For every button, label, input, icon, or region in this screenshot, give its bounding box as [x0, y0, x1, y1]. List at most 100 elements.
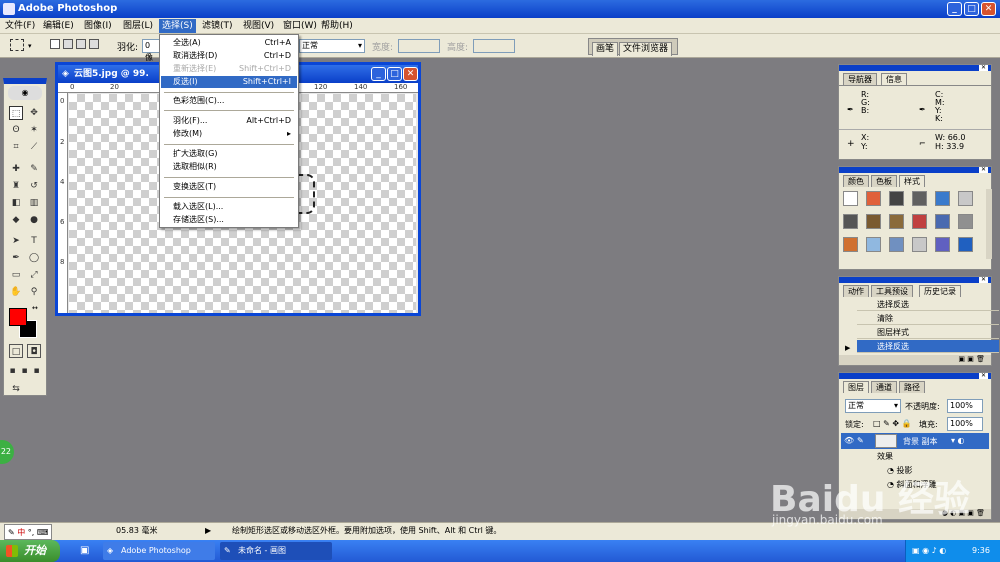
- screen-mode-1-icon[interactable]: ▪: [7, 364, 18, 378]
- screen-mode-3-icon[interactable]: ▪: [31, 364, 42, 378]
- style-swatch[interactable]: [958, 214, 973, 229]
- dodge-tool-icon[interactable]: ●: [27, 213, 41, 227]
- style-select[interactable]: 正常 ▾: [299, 39, 365, 53]
- menu-filter[interactable]: 滤镜(T): [199, 19, 236, 33]
- tab-channels[interactable]: 通道: [871, 381, 897, 393]
- tab-info[interactable]: 信息: [881, 73, 907, 85]
- intersect-selection-icon[interactable]: [89, 39, 99, 49]
- menu-item-similar[interactable]: 选取相似(R): [161, 161, 297, 173]
- tab-tool-presets[interactable]: 工具预设: [871, 285, 913, 297]
- marquee-tool-icon[interactable]: [10, 39, 24, 51]
- height-input[interactable]: [473, 39, 515, 53]
- standard-mode-icon[interactable]: □: [9, 344, 23, 358]
- menu-item-select-all[interactable]: 全选(A) Ctrl+A: [161, 37, 297, 49]
- lock-icons[interactable]: □ ✎ ✥ 🔒: [873, 419, 912, 428]
- start-button[interactable]: 开始: [0, 540, 60, 562]
- tab-styles[interactable]: 样式: [899, 175, 925, 187]
- menu-item-reselect[interactable]: 重新选择(E) Shift+Ctrl+D: [161, 63, 297, 75]
- eyedropper-icon[interactable]: ⤢: [27, 268, 41, 282]
- menu-item-color-range[interactable]: 色彩范围(C)...: [161, 95, 297, 107]
- hand-tool-icon[interactable]: ✋: [9, 285, 23, 299]
- magic-wand-icon[interactable]: ✶: [27, 123, 41, 137]
- swap-colors-icon[interactable]: ↔: [32, 304, 38, 312]
- fill-input[interactable]: 100%: [947, 417, 983, 431]
- notes-tool-icon[interactable]: ▭: [9, 268, 23, 282]
- style-swatch[interactable]: [843, 214, 858, 229]
- panel-close-icon[interactable]: ✕: [979, 277, 988, 283]
- history-item[interactable]: 图层样式: [857, 326, 999, 339]
- menu-item-inverse[interactable]: 反选(I) Shift+Ctrl+I: [161, 76, 297, 88]
- crop-tool-icon[interactable]: ⌗: [9, 140, 23, 154]
- menu-item-load-selection[interactable]: 载入选区(L)...: [161, 201, 297, 213]
- menu-item-deselect[interactable]: 取消选择(D) Ctrl+D: [161, 50, 297, 62]
- layer-row-selected[interactable]: 👁 ✎ 背景 副本 ▾ ◐: [841, 433, 989, 449]
- tab-history[interactable]: 历史记录: [919, 285, 961, 297]
- panel-close-icon[interactable]: ✕: [979, 65, 988, 71]
- zoom-tool-icon[interactable]: ⚲: [27, 285, 41, 299]
- menu-image[interactable]: 图像(I): [81, 19, 115, 33]
- doc-maximize-button[interactable]: □: [387, 67, 402, 81]
- history-item[interactable]: 清除: [857, 312, 999, 325]
- pen-tool-icon[interactable]: ✒: [9, 251, 23, 265]
- jump-to-imageready-icon[interactable]: ⇆: [9, 382, 23, 396]
- style-swatch[interactable]: [912, 214, 927, 229]
- type-tool-icon[interactable]: T: [27, 234, 41, 248]
- doc-minimize-button[interactable]: _: [371, 67, 386, 81]
- subtract-selection-icon[interactable]: [76, 39, 86, 49]
- menu-layer[interactable]: 图层(L): [120, 19, 156, 33]
- menu-select[interactable]: 选择(S): [159, 19, 196, 33]
- panel-close-icon[interactable]: ✕: [979, 373, 988, 379]
- tab-brushes[interactable]: 画笔: [592, 42, 619, 56]
- foreground-color-swatch[interactable]: [9, 308, 27, 326]
- eye-icon[interactable]: 👁: [844, 436, 854, 445]
- healing-brush-icon[interactable]: ✚: [9, 162, 23, 176]
- path-select-icon[interactable]: ➤: [9, 234, 23, 248]
- doc-close-button[interactable]: ✕: [403, 67, 418, 81]
- close-button[interactable]: ✕: [981, 2, 996, 16]
- show-desktop-icon[interactable]: ▣: [80, 545, 89, 556]
- style-swatch[interactable]: [843, 191, 858, 206]
- menu-item-feather[interactable]: 羽化(F)... Alt+Ctrl+D: [161, 115, 297, 127]
- style-swatch[interactable]: [912, 191, 927, 206]
- quickmask-mode-icon[interactable]: ◘: [27, 344, 41, 358]
- tab-paths[interactable]: 路径: [899, 381, 925, 393]
- minimize-button[interactable]: _: [947, 2, 962, 16]
- menu-item-grow[interactable]: 扩大选取(G): [161, 148, 297, 160]
- tab-color[interactable]: 颜色: [843, 175, 869, 187]
- style-swatch[interactable]: [866, 214, 881, 229]
- style-swatch[interactable]: [889, 214, 904, 229]
- history-brush-icon[interactable]: ↺: [27, 179, 41, 193]
- menu-item-transform-selection[interactable]: 变换选区(T): [161, 181, 297, 193]
- history-item-current[interactable]: 选择反选: [857, 340, 999, 353]
- task-photoshop[interactable]: ◈ Adobe Photoshop: [103, 542, 215, 560]
- style-swatch[interactable]: [889, 191, 904, 206]
- style-swatch[interactable]: [958, 191, 973, 206]
- blend-mode-select[interactable]: 正常 ▾: [845, 399, 901, 413]
- chevron-down-icon[interactable]: ▾: [28, 42, 32, 50]
- panel-close-icon[interactable]: ✕: [979, 167, 988, 173]
- eraser-tool-icon[interactable]: ◧: [9, 196, 23, 210]
- shape-tool-icon[interactable]: ◯: [27, 251, 41, 265]
- style-swatch[interactable]: [866, 237, 881, 252]
- eye-logo-icon[interactable]: ◉: [8, 86, 42, 100]
- marquee-tool-icon[interactable]: ⬚: [9, 106, 23, 120]
- opacity-input[interactable]: 100%: [947, 399, 983, 413]
- tab-layers[interactable]: 图层: [843, 381, 869, 393]
- style-swatch[interactable]: [866, 191, 881, 206]
- badge[interactable]: 22: [0, 440, 14, 464]
- tab-swatches[interactable]: 色板: [871, 175, 897, 187]
- menu-edit[interactable]: 编辑(E): [40, 19, 77, 33]
- maximize-button[interactable]: □: [964, 2, 979, 16]
- feather-input[interactable]: 0 像: [142, 39, 160, 62]
- layer-fx-icon[interactable]: ▾ ◐: [951, 436, 965, 445]
- style-swatch[interactable]: [935, 214, 950, 229]
- tab-actions[interactable]: 动作: [843, 285, 869, 297]
- task-paint[interactable]: ✎ 未命名 - 画图: [220, 542, 332, 560]
- style-swatch[interactable]: [935, 237, 950, 252]
- new-selection-icon[interactable]: [50, 39, 60, 49]
- move-tool-icon[interactable]: ✥: [27, 106, 41, 120]
- width-input[interactable]: [398, 39, 440, 53]
- menu-view[interactable]: 视图(V): [240, 19, 277, 33]
- gradient-tool-icon[interactable]: ▥: [27, 196, 41, 210]
- ime-toolbar[interactable]: ✎ 中 °, ⌨: [4, 524, 53, 540]
